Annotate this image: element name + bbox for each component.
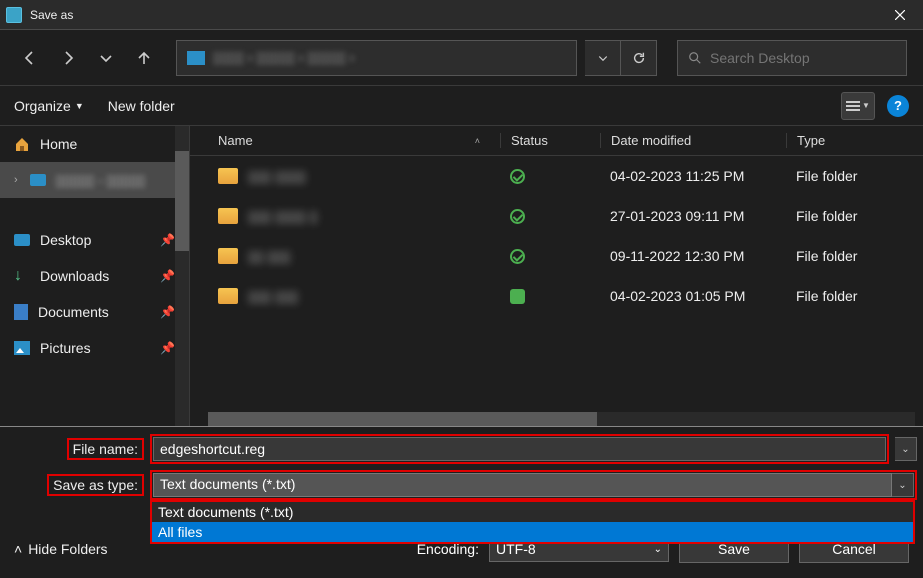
- up-button[interactable]: [130, 44, 158, 72]
- status-synced-icon: [510, 249, 525, 264]
- breadcrumb-path: ▯▯▯▯ › ▯▯▯▯▯ › ▯▯▯▯▯ ›: [213, 49, 354, 66]
- forward-button[interactable]: [54, 44, 82, 72]
- sidebar-item-label: Desktop: [40, 232, 91, 248]
- file-name: ▯▯▯ ▯▯▯: [248, 288, 298, 305]
- desktop-icon: [14, 234, 30, 246]
- pin-icon: 📌: [160, 341, 175, 355]
- column-header-status[interactable]: Status: [500, 133, 600, 148]
- folder-icon: [218, 288, 238, 304]
- column-header-date[interactable]: Date modified: [600, 133, 786, 148]
- search-box[interactable]: [677, 40, 907, 76]
- savetype-label: Save as type:: [47, 474, 144, 496]
- file-row[interactable]: ▯▯▯ ▯▯▯ 04-02-2023 01:05 PM File folder: [190, 276, 923, 316]
- location-icon: [187, 51, 205, 65]
- recent-locations-button[interactable]: [92, 44, 120, 72]
- file-row[interactable]: ▯▯▯ ▯▯▯▯ 04-02-2023 11:25 PM File folder: [190, 156, 923, 196]
- status-syncing-icon: [510, 289, 525, 304]
- savetype-select[interactable]: Text documents (*.txt): [153, 473, 892, 497]
- address-bar[interactable]: ▯▯▯▯ › ▯▯▯▯▯ › ▯▯▯▯▯ ›: [176, 40, 577, 76]
- sidebar-item-pictures[interactable]: Pictures 📌: [0, 330, 189, 366]
- sidebar-scrollbar[interactable]: [175, 126, 189, 426]
- sidebar-item-label: Downloads: [40, 268, 109, 284]
- sidebar-item-downloads[interactable]: ↓ Downloads 📌: [0, 258, 189, 294]
- app-icon: [6, 7, 22, 23]
- file-type: File folder: [786, 248, 923, 264]
- titlebar: Save as: [0, 0, 923, 30]
- folder-icon: [218, 248, 238, 264]
- file-type: File folder: [786, 208, 923, 224]
- chevron-down-icon: ⌄: [654, 544, 662, 555]
- filename-input[interactable]: [153, 437, 886, 461]
- navigation-pane: Home › ▯▯▯▯▯ - ▯▯▯▯▯ Desktop 📌 ↓ Downloa…: [0, 126, 190, 426]
- file-date: 09-11-2022 12:30 PM: [600, 248, 786, 264]
- pin-icon: 📌: [160, 305, 175, 319]
- search-input[interactable]: [710, 50, 896, 66]
- new-folder-button[interactable]: New folder: [108, 98, 175, 114]
- file-list-scrollbar[interactable]: [208, 412, 915, 426]
- savetype-option[interactable]: All files: [152, 522, 913, 542]
- toolbar: Organize▼ New folder ▼ ?: [0, 86, 923, 126]
- sidebar-item-label: Pictures: [40, 340, 91, 356]
- sidebar-item-desktop[interactable]: Desktop 📌: [0, 222, 189, 258]
- pin-icon: 📌: [160, 233, 175, 247]
- column-headers: Name˄ Status Date modified Type: [190, 126, 923, 156]
- filename-label: File name:: [67, 438, 144, 460]
- sidebar-item-home[interactable]: Home: [0, 126, 189, 162]
- folder-icon: [30, 174, 46, 186]
- folder-icon: [218, 168, 238, 184]
- savetype-dropdown-button[interactable]: ⌄: [892, 473, 914, 497]
- folder-icon: [218, 208, 238, 224]
- sidebar-item-current[interactable]: › ▯▯▯▯▯ - ▯▯▯▯▯: [0, 162, 189, 198]
- file-name: ▯▯▯ ▯▯▯▯: [248, 168, 306, 185]
- pin-icon: 📌: [160, 269, 175, 283]
- file-date: 04-02-2023 01:05 PM: [600, 288, 786, 304]
- status-synced-icon: [510, 209, 525, 224]
- address-history-button[interactable]: [585, 40, 621, 76]
- chevron-right-icon: ›: [14, 174, 18, 186]
- back-button[interactable]: [16, 44, 44, 72]
- home-icon: [14, 136, 30, 152]
- sidebar-item-documents[interactable]: Documents 📌: [0, 294, 189, 330]
- savetype-option[interactable]: Text documents (*.txt): [152, 502, 913, 522]
- documents-icon: [14, 304, 28, 320]
- main-area: Home › ▯▯▯▯▯ - ▯▯▯▯▯ Desktop 📌 ↓ Downloa…: [0, 126, 923, 426]
- file-date: 27-01-2023 09:11 PM: [600, 208, 786, 224]
- file-name: ▯▯▯ ▯▯▯▯ ▯: [248, 208, 317, 225]
- column-header-type[interactable]: Type: [786, 133, 923, 148]
- file-name: ▯▯ ▯▯▯: [248, 248, 290, 265]
- help-button[interactable]: ?: [887, 95, 909, 117]
- sidebar-item-label: Home: [40, 136, 77, 152]
- search-icon: [688, 51, 702, 65]
- pictures-icon: [14, 341, 30, 355]
- sort-asc-icon: ˄: [475, 136, 480, 146]
- file-type: File folder: [786, 288, 923, 304]
- organize-menu[interactable]: Organize▼: [14, 98, 84, 114]
- chevron-up-icon: ˄: [14, 541, 22, 557]
- download-icon: ↓: [14, 268, 30, 284]
- close-button[interactable]: [877, 0, 923, 30]
- column-header-name[interactable]: Name˄: [190, 133, 500, 148]
- hide-folders-toggle[interactable]: ˄ Hide Folders: [14, 541, 108, 557]
- filename-history-button[interactable]: ⌄: [895, 437, 917, 461]
- refresh-button[interactable]: [621, 40, 657, 76]
- savetype-row: Save as type: Text documents (*.txt) ⌄ T…: [0, 471, 923, 499]
- sidebar-item-label: Documents: [38, 304, 109, 320]
- file-row[interactable]: ▯▯ ▯▯▯ 09-11-2022 12:30 PM File folder: [190, 236, 923, 276]
- file-type: File folder: [786, 168, 923, 184]
- file-date: 04-02-2023 11:25 PM: [600, 168, 786, 184]
- file-row[interactable]: ▯▯▯ ▯▯▯▯ ▯ 27-01-2023 09:11 PM File fold…: [190, 196, 923, 236]
- navigation-bar: ▯▯▯▯ › ▯▯▯▯▯ › ▯▯▯▯▯ ›: [0, 30, 923, 86]
- sidebar-item-label: ▯▯▯▯▯ - ▯▯▯▯▯: [56, 172, 145, 189]
- view-options-button[interactable]: ▼: [841, 92, 875, 120]
- window-title: Save as: [30, 8, 73, 22]
- status-synced-icon: [510, 169, 525, 184]
- save-panel: File name: ⌄ Save as type: Text document…: [0, 426, 923, 571]
- savetype-dropdown-list: Text documents (*.txt) All files: [150, 500, 915, 544]
- file-list: Name˄ Status Date modified Type ▯▯▯ ▯▯▯▯…: [190, 126, 923, 426]
